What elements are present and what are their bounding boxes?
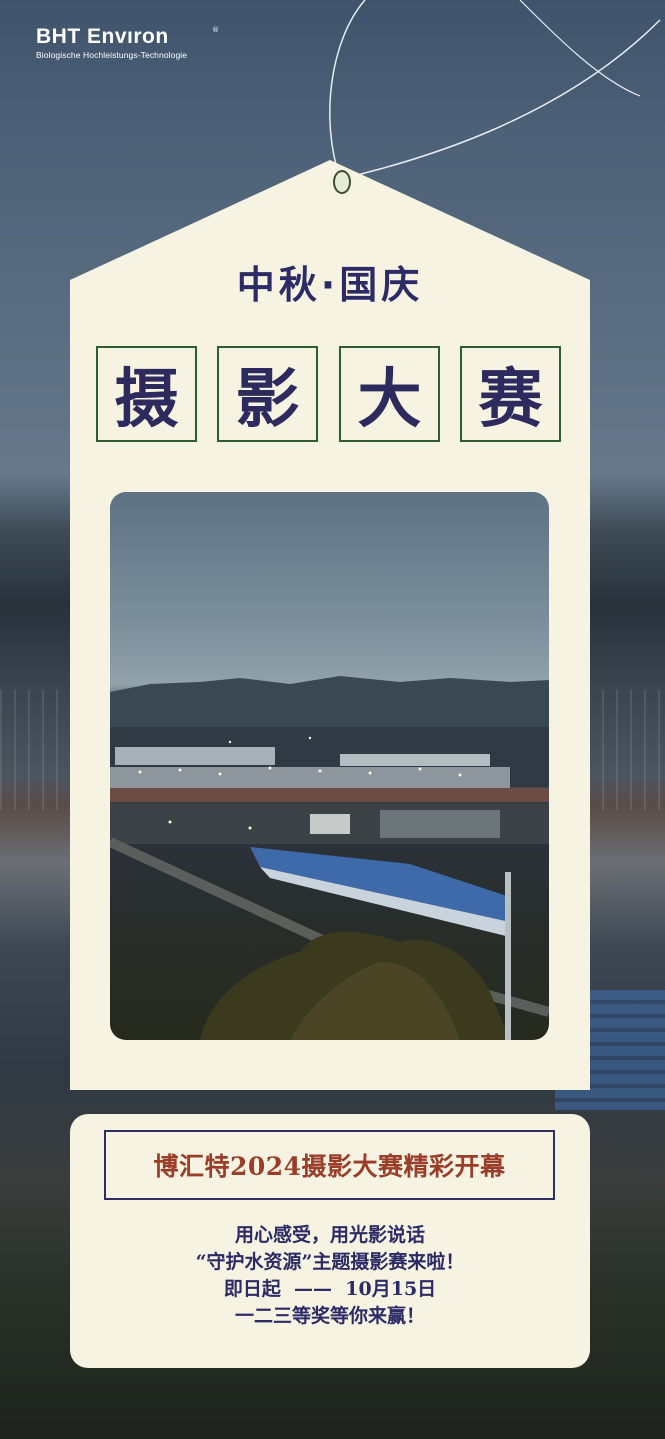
title-char-4: 赛 xyxy=(460,346,561,442)
announcement-body: 用心感受，用光影说话 “守护水资源”主题摄影赛来啦！ 即日起 —— 10月15日… xyxy=(70,1222,590,1330)
event-photo xyxy=(110,492,549,1040)
title-char-2: 影 xyxy=(217,346,318,442)
event-title: 摄 影 大 赛 xyxy=(96,346,566,442)
tag-hanging-hole-icon xyxy=(333,170,351,194)
title-char-3: 大 xyxy=(339,346,440,442)
banner-text: 博汇特2024摄影大赛精彩开幕 xyxy=(153,1152,506,1181)
body-line-4: 一二三等奖等你来赢！ xyxy=(234,1305,425,1327)
tag-card-bottom xyxy=(70,1050,590,1090)
body-line-3: 即日起 —— 10月15日 xyxy=(223,1278,437,1300)
body-line-2: “守护水资源”主题摄影赛来啦！ xyxy=(195,1251,465,1273)
announcement-banner: 博汇特2024摄影大赛精彩开幕 xyxy=(104,1130,555,1200)
title-char-1: 摄 xyxy=(96,346,197,442)
event-subtitle: 中秋·国庆 xyxy=(236,263,424,307)
body-line-1: 用心感受，用光影说话 xyxy=(234,1224,425,1246)
